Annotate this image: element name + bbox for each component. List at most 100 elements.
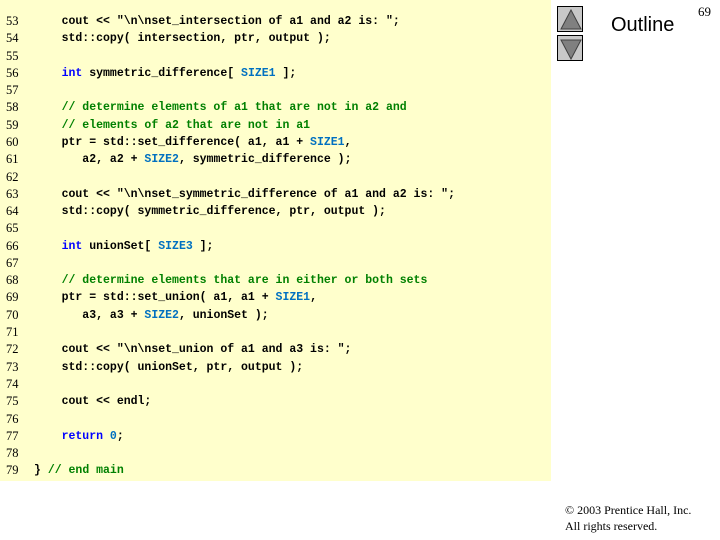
next-slide-button[interactable]: [557, 35, 583, 61]
code-text: std::copy( symmetric_difference, ptr, ou…: [34, 203, 386, 220]
code-text: cout << endl;: [34, 393, 152, 410]
code-token: SIZE3: [158, 240, 193, 253]
code-line: 68 // determine elements that are in eit…: [0, 272, 551, 289]
line-number: 72: [6, 342, 19, 356]
code-text: return 0;: [34, 428, 124, 445]
code-line: 71: [0, 324, 551, 341]
code-line: 60 ptr = std::set_difference( a1, a1 + S…: [0, 134, 551, 151]
code-line: 64 std::copy( symmetric_difference, ptr,…: [0, 203, 551, 220]
line-number: 57: [6, 83, 19, 97]
code-line: 59 // elements of a2 that are not in a1: [0, 117, 551, 134]
triangle-down-icon: [560, 39, 582, 61]
line-number: 69: [6, 290, 19, 304]
code-text: std::copy( unionSet, ptr, output );: [34, 359, 304, 376]
code-token: ;: [116, 430, 124, 443]
previous-slide-button[interactable]: [557, 6, 583, 32]
line-number: 73: [6, 360, 19, 374]
code-token: ptr = std::set_union( a1, a1 +: [34, 291, 276, 304]
line-number: 68: [6, 273, 19, 287]
copyright-notice: © 2003 Prentice Hall, Inc. All rights re…: [565, 502, 691, 534]
code-token: ];: [192, 240, 214, 253]
code-listing-panel: 53 cout << "\n\nset_intersection of a1 a…: [0, 0, 551, 481]
copyright-line-2: All rights reserved.: [565, 519, 658, 533]
code-line: 70 a3, a3 + SIZE2, unionSet );: [0, 307, 551, 324]
line-number: 55: [6, 49, 19, 63]
code-token: int: [34, 67, 83, 80]
code-line: 61 a2, a2 + SIZE2, symmetric_difference …: [0, 151, 551, 168]
code-text: int symmetric_difference[ SIZE1 ];: [34, 65, 297, 82]
code-token: // end main: [47, 464, 124, 477]
line-number: 67: [6, 256, 19, 270]
code-token: symmetric_difference[: [82, 67, 242, 80]
code-line: 54 std::copy( intersection, ptr, output …: [0, 30, 551, 47]
code-line: 76: [0, 411, 551, 428]
code-line: 55: [0, 48, 551, 65]
code-text: ptr = std::set_difference( a1, a1 + SIZE…: [34, 134, 352, 151]
code-token: 0: [109, 430, 117, 443]
line-number: 77: [6, 429, 19, 443]
code-line: 65: [0, 220, 551, 237]
code-text: } // end main: [34, 462, 124, 479]
code-text: int unionSet[ SIZE3 ];: [34, 238, 214, 255]
code-token: // determine elements that are in either…: [34, 274, 428, 287]
line-number: 58: [6, 100, 19, 114]
line-number: 54: [6, 31, 19, 45]
code-token: return: [34, 430, 104, 443]
code-line: 75 cout << endl;: [0, 393, 551, 410]
code-text: cout << "\n\nset_union of a1 and a3 is: …: [34, 341, 352, 358]
code-text: cout << "\n\nset_symmetric_difference of…: [34, 186, 455, 203]
code-token: cout << "\n\nset_union of a1 and a3 is: …: [34, 343, 352, 356]
line-number: 61: [6, 152, 19, 166]
line-number: 63: [6, 187, 19, 201]
code-token: SIZE1: [310, 136, 345, 149]
code-line: 72 cout << "\n\nset_union of a1 and a3 i…: [0, 341, 551, 358]
line-number: 74: [6, 377, 19, 391]
code-token: , unionSet );: [178, 309, 269, 322]
line-number: 71: [6, 325, 19, 339]
line-number: 62: [6, 170, 19, 184]
line-number: 56: [6, 66, 19, 80]
code-token: ,: [310, 291, 317, 304]
code-line: 73 std::copy( unionSet, ptr, output );: [0, 359, 551, 376]
code-line: 79} // end main: [0, 462, 551, 479]
line-number: 75: [6, 394, 19, 408]
code-text: ptr = std::set_union( a1, a1 + SIZE1,: [34, 289, 317, 306]
code-token: cout << "\n\nset_intersection of a1 and …: [34, 15, 400, 28]
code-token: }: [34, 464, 48, 477]
triangle-up-icon: [560, 8, 582, 30]
code-token: // determine elements of a1 that are not…: [34, 101, 407, 114]
line-number: 79: [6, 463, 19, 477]
code-line: 69 ptr = std::set_union( a1, a1 + SIZE1,: [0, 289, 551, 306]
code-line: 74: [0, 376, 551, 393]
code-token: a3, a3 +: [34, 309, 145, 322]
code-token: ,: [344, 136, 352, 149]
code-token: std::copy( symmetric_difference, ptr, ou…: [34, 205, 386, 218]
line-number: 65: [6, 221, 19, 235]
code-token: ];: [275, 67, 297, 80]
line-number: 66: [6, 239, 19, 253]
line-number: 70: [6, 308, 19, 322]
outline-label[interactable]: Outline: [611, 14, 674, 37]
code-token: , symmetric_difference );: [178, 153, 352, 166]
code-text: // elements of a2 that are not in a1: [34, 117, 310, 134]
code-token: cout << endl;: [34, 395, 152, 408]
code-line: 77 return 0;: [0, 428, 551, 445]
code-token: std::copy( unionSet, ptr, output );: [34, 361, 304, 374]
line-number: 76: [6, 412, 19, 426]
code-line: 78: [0, 445, 551, 462]
code-token: SIZE2: [144, 309, 179, 322]
code-text: // determine elements of a1 that are not…: [34, 99, 407, 116]
code-token: unionSet[: [82, 240, 159, 253]
code-token: SIZE1: [275, 291, 311, 304]
line-number: 64: [6, 204, 19, 218]
copyright-line-1: © 2003 Prentice Hall, Inc.: [565, 503, 692, 517]
code-token: ptr = std::set_difference( a1, a1 +: [34, 136, 311, 149]
line-number: 60: [6, 135, 19, 149]
code-token: int: [34, 240, 83, 253]
code-token: SIZE2: [144, 153, 179, 166]
code-line: 53 cout << "\n\nset_intersection of a1 a…: [0, 13, 551, 30]
code-text: a2, a2 + SIZE2, symmetric_difference );: [34, 151, 351, 168]
line-number: 78: [6, 446, 19, 460]
code-text: std::copy( intersection, ptr, output );: [34, 30, 331, 47]
